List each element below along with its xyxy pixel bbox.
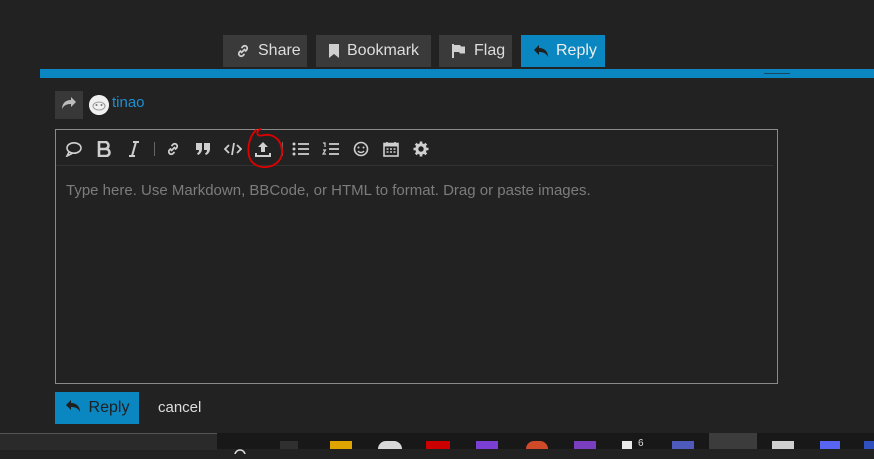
file-explorer-icon[interactable] [330,441,352,449]
calendar-icon[interactable] [381,140,401,158]
reply-button[interactable]: Reply [55,392,139,424]
bullet-list-icon[interactable] [291,140,311,158]
editor-textarea[interactable]: Type here. Use Markdown, BBCode, or HTML… [66,182,591,199]
app-icon[interactable] [622,441,632,449]
blockquote-icon[interactable] [193,140,213,158]
active-task-highlight[interactable] [709,433,757,449]
cancel-link[interactable]: cancel [158,399,201,416]
link-icon[interactable] [163,140,183,158]
flag-button[interactable]: Flag [439,35,512,67]
visual-studio-icon[interactable] [574,441,596,449]
avatar [89,95,109,115]
quote-bubble-icon[interactable] [64,140,84,158]
reply-button-label: Reply [88,399,130,416]
app-icon[interactable] [772,441,794,449]
annotation-circle-icon [247,128,283,169]
youtube-icon[interactable] [426,441,450,449]
task-view-icon[interactable] [280,441,298,449]
taskbar-badge-count: 6 [638,438,644,449]
taskbar-search-box[interactable] [0,433,217,450]
bookmark-label: Bookmark [347,42,420,59]
reply-topic-button[interactable]: Reply [521,35,605,67]
app-icon[interactable] [864,441,874,449]
reply-icon [533,44,549,58]
code-icon[interactable] [223,140,243,158]
toolbar-divider [154,142,155,156]
numbered-list-icon[interactable] [321,140,341,158]
twitch-icon[interactable] [476,441,498,449]
discord-icon[interactable] [820,441,840,449]
emoji-icon[interactable] [351,140,371,158]
share-label: Share [258,42,301,59]
bookmark-button[interactable]: Bookmark [316,35,431,67]
editor-toolbar [56,130,773,166]
bookmark-icon [328,43,340,59]
flag-label: Flag [474,42,506,59]
teams-icon[interactable] [672,441,694,449]
reply-icon [65,399,81,418]
gear-icon[interactable] [411,140,431,158]
italic-icon[interactable] [124,140,144,158]
flag-icon [451,43,467,59]
link-icon [235,43,251,59]
composer-resize-bar[interactable] [40,69,874,78]
app-icon[interactable] [378,441,402,449]
reply-to-username[interactable]: tinao [112,94,145,111]
bold-icon[interactable] [94,140,114,158]
search-icon[interactable] [232,441,250,459]
reply-label: Reply [556,42,597,59]
os-taskbar: 6 [0,433,874,459]
share-arrow-icon [61,96,77,115]
chrome-icon[interactable] [526,441,548,449]
editor: Type here. Use Markdown, BBCode, or HTML… [55,129,778,384]
composer-action-button[interactable] [55,91,83,119]
share-button[interactable]: Share [223,35,307,67]
